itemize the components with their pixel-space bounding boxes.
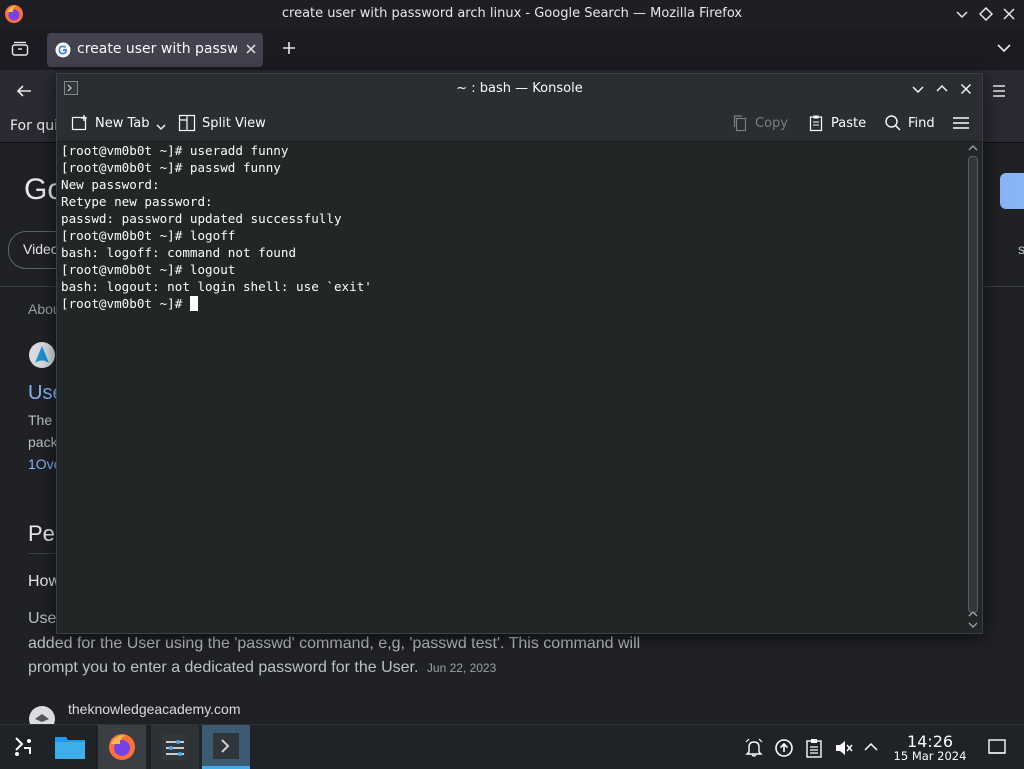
terminal-line: [root@vm0b0t ~]# passwd funny — [61, 160, 281, 175]
konsole-window: ~ : bash — Konsole New Tab Split View Co… — [56, 73, 983, 634]
answer-line: Use — [28, 610, 57, 627]
tab-overview-icon[interactable] — [11, 41, 29, 57]
scroll-down-icon[interactable] — [968, 621, 978, 629]
terminal-line: bash: logout: not login shell: use `exit… — [61, 279, 372, 294]
scrollbar-thumb[interactable] — [968, 156, 978, 613]
result-snippet-line: pack — [28, 434, 58, 450]
close-icon[interactable] — [960, 83, 972, 95]
answer-line: prompt you to enter a dedicated password… — [28, 659, 496, 677]
firefox-icon[interactable] — [98, 725, 146, 769]
paste-icon — [809, 115, 823, 132]
copy-button[interactable]: Copy — [731, 112, 788, 134]
list-all-tabs-icon[interactable] — [996, 42, 1012, 54]
tab-title: create user with password arch linux - G… — [77, 41, 237, 57]
chevron-down-icon — [156, 124, 165, 130]
close-icon[interactable] — [1002, 7, 1016, 21]
split-view-label: Split View — [202, 115, 266, 131]
divider — [28, 553, 56, 554]
source-site-name[interactable]: theknowledgeacademy.com — [68, 701, 241, 717]
terminal-prompt-line: [root@vm0b0t ~]# — [61, 295, 966, 312]
text-cursor — [189, 296, 198, 311]
terminal-output[interactable]: [root@vm0b0t ~]# useradd funny [root@vm0… — [61, 142, 966, 630]
minimize-icon[interactable] — [955, 7, 969, 21]
notifications-bell-icon[interactable] — [744, 738, 764, 758]
app-menu-icon[interactable] — [991, 84, 1007, 98]
new-tab-label: New Tab — [95, 115, 150, 131]
terminal-scrollbar[interactable] — [966, 142, 980, 630]
terminal-line: [root@vm0b0t ~]# logout — [61, 262, 236, 277]
dolphin-icon[interactable] — [47, 725, 93, 769]
system-settings-icon[interactable] — [151, 725, 199, 769]
plasma-taskbar: 14:26 15 Mar 2024 — [0, 724, 1024, 769]
copy-label: Copy — [755, 115, 788, 131]
maximize-icon[interactable] — [936, 83, 948, 95]
scroll-up-icon[interactable] — [968, 144, 978, 152]
search-icon — [885, 115, 901, 131]
new-tab-icon — [71, 115, 87, 131]
terminal-line: New password: — [61, 177, 160, 192]
bookmarks-text: For qui — [10, 118, 58, 134]
konsole-titlebar: ~ : bash — Konsole — [57, 74, 982, 104]
browser-tab-active[interactable]: create user with password arch linux - G… — [47, 33, 263, 67]
terminal-line: passwd: password updated successfully — [61, 211, 342, 226]
maximize-icon[interactable] — [979, 7, 993, 21]
konsole-toolbar: New Tab Split View Copy Paste Find — [57, 104, 982, 142]
application-launcher-icon[interactable] — [0, 725, 46, 769]
hamburger-menu-icon[interactable] — [952, 112, 970, 134]
firefox-window-title: create user with password arch linux - G… — [281, 6, 743, 21]
paste-button[interactable]: Paste — [807, 112, 866, 134]
terminal-line: Retype new password: — [61, 194, 213, 209]
new-tab-button[interactable]: New Tab — [71, 112, 167, 134]
terminal-prompt: [root@vm0b0t ~]# — [61, 296, 190, 311]
chip-label: Video — [23, 241, 59, 257]
search-button[interactable] — [1000, 173, 1024, 209]
tab-close-icon[interactable] — [245, 43, 257, 55]
split-view-icon — [178, 114, 196, 132]
copy-icon — [733, 115, 747, 132]
show-hidden-icons-chevron-up-icon[interactable] — [863, 740, 879, 754]
clock-date[interactable]: 15 Mar 2024 — [885, 749, 975, 763]
answer-line: added for the User using the 'passwd' co… — [28, 635, 641, 652]
find-button[interactable]: Find — [884, 112, 935, 134]
terminal-line: [root@vm0b0t ~]# logoff — [61, 228, 236, 243]
updates-icon[interactable] — [774, 738, 794, 758]
minimize-icon[interactable] — [912, 83, 924, 95]
google-favicon-icon — [55, 42, 71, 58]
terminal-line: [root@vm0b0t ~]# useradd funny — [61, 143, 289, 158]
people-also-ask-heading: Pe — [28, 521, 55, 546]
konsole-icon[interactable] — [202, 725, 250, 769]
konsole-window-title: ~ : bash — Konsole — [456, 81, 583, 96]
show-desktop-icon[interactable] — [988, 738, 1006, 756]
scroll-up-icon[interactable] — [968, 610, 978, 618]
side-text-fragment: s — [1018, 241, 1024, 257]
arch-wiki-favicon-icon — [28, 341, 56, 369]
answer-date: Jun 22, 2023 — [426, 661, 497, 675]
source-favicon-icon — [28, 705, 56, 725]
paste-label: Paste — [831, 115, 867, 131]
firefox-titlebar: create user with password arch linux - G… — [0, 0, 1024, 28]
answer-text: prompt you to enter a dedicated password… — [28, 659, 419, 676]
split-view-button[interactable]: Split View — [178, 112, 266, 134]
find-label: Find — [908, 115, 935, 131]
volume-muted-icon[interactable] — [834, 738, 854, 758]
terminal-line: bash: logoff: command not found — [61, 245, 297, 260]
new-tab-plus-icon[interactable] — [281, 40, 297, 56]
back-arrow-icon[interactable] — [15, 83, 33, 99]
result-snippet-line: The — [28, 412, 53, 428]
clipboard-icon[interactable] — [805, 738, 823, 758]
